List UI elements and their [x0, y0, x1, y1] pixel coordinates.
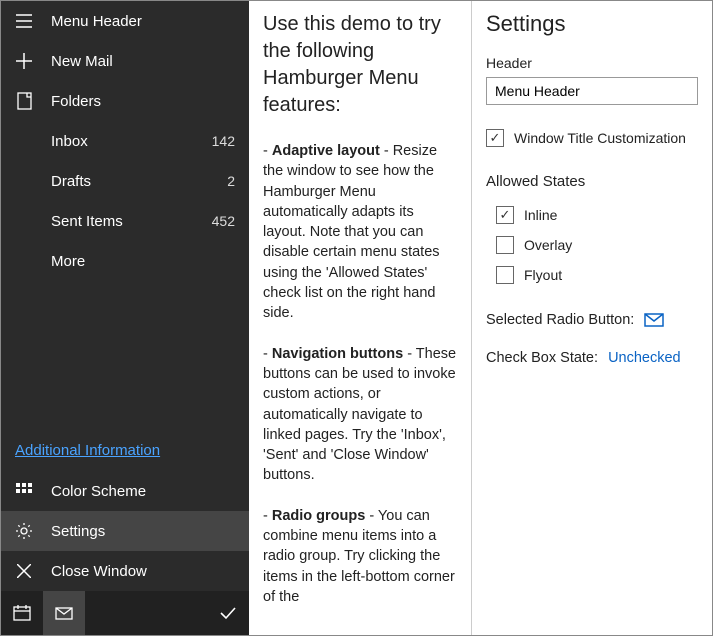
state-inline-checkbox[interactable]: Inline — [496, 200, 698, 230]
folders-label: Folders — [51, 93, 235, 110]
checkbox-label: Flyout — [524, 267, 562, 283]
folder-label: Sent Items — [51, 213, 212, 230]
content-pane: Use this demo to try the following Hambu… — [249, 1, 472, 635]
checkbox-icon — [496, 206, 514, 224]
mail-radio[interactable] — [43, 591, 85, 635]
folder-inbox[interactable]: Inbox 142 — [1, 121, 249, 161]
folder-count: 2 — [227, 173, 235, 189]
folder-drafts[interactable]: Drafts 2 — [1, 161, 249, 201]
menu-header-label: Menu Header — [51, 13, 235, 30]
folder-more[interactable]: More — [1, 241, 249, 281]
folder-count: 142 — [212, 133, 235, 149]
selected-radio-label: Selected Radio Button: — [486, 312, 634, 328]
checkbox-label: Window Title Customization — [514, 130, 686, 146]
checkbox-icon — [496, 266, 514, 284]
hamburger-icon — [15, 12, 33, 30]
checkbox-state-label: Check Box State: — [486, 350, 598, 366]
folder-icon — [15, 92, 33, 110]
new-mail-button[interactable]: New Mail — [1, 41, 249, 81]
window-title-checkbox[interactable]: Window Title Customization — [486, 123, 698, 153]
settings-title: Settings — [486, 11, 698, 37]
menu-header-row[interactable]: Menu Header — [1, 1, 249, 41]
sidebar: Menu Header New Mail Folders Inbox 142 — [1, 1, 249, 635]
checkbox-icon — [496, 236, 514, 254]
state-overlay-checkbox[interactable]: Overlay — [496, 230, 698, 260]
checkbox-state-row: Check Box State: Unchecked — [486, 350, 698, 366]
mail-icon — [644, 313, 664, 327]
gear-icon — [15, 522, 33, 540]
allowed-states-header: Allowed States — [486, 173, 698, 190]
additional-info-row: Additional Information — [1, 430, 249, 471]
settings-pane: Settings Header Window Title Customizati… — [472, 1, 712, 635]
close-icon — [15, 562, 33, 580]
bottom-bar — [1, 591, 249, 635]
color-scheme-button[interactable]: Color Scheme — [1, 471, 249, 511]
content-p1: - Adaptive layout - Resize the window to… — [263, 141, 457, 324]
header-input[interactable] — [486, 77, 698, 105]
checkbox-label: Overlay — [524, 237, 572, 253]
grid-icon — [15, 482, 33, 500]
close-window-label: Close Window — [51, 563, 235, 580]
folder-label: Inbox — [51, 133, 212, 150]
content-p2: - Navigation buttons - These buttons can… — [263, 344, 457, 486]
folder-label: Drafts — [51, 173, 227, 190]
checkbox-icon — [486, 129, 504, 147]
check-toggle[interactable] — [207, 591, 249, 635]
checkbox-label: Inline — [524, 207, 557, 223]
state-flyout-checkbox[interactable]: Flyout — [496, 260, 698, 290]
folder-sent[interactable]: Sent Items 452 — [1, 201, 249, 241]
plus-icon — [15, 52, 33, 70]
checkbox-state-value: Unchecked — [608, 350, 681, 366]
header-field-label: Header — [486, 55, 698, 71]
folder-count: 452 — [212, 213, 235, 229]
color-scheme-label: Color Scheme — [51, 483, 235, 500]
new-mail-label: New Mail — [51, 53, 235, 70]
content-p3: - Radio groups - You can combine menu it… — [263, 506, 457, 607]
settings-label: Settings — [51, 523, 235, 540]
settings-button[interactable]: Settings — [1, 511, 249, 551]
folder-label: More — [51, 253, 235, 270]
content-title: Use this demo to try the following Hambu… — [263, 11, 457, 119]
calendar-radio[interactable] — [1, 591, 43, 635]
close-window-button[interactable]: Close Window — [1, 551, 249, 591]
folder-list: Inbox 142 Drafts 2 Sent Items 452 More — [1, 121, 249, 281]
folders-button[interactable]: Folders — [1, 81, 249, 121]
selected-radio-row: Selected Radio Button: — [486, 312, 698, 328]
additional-info-link[interactable]: Additional Information — [15, 442, 160, 459]
